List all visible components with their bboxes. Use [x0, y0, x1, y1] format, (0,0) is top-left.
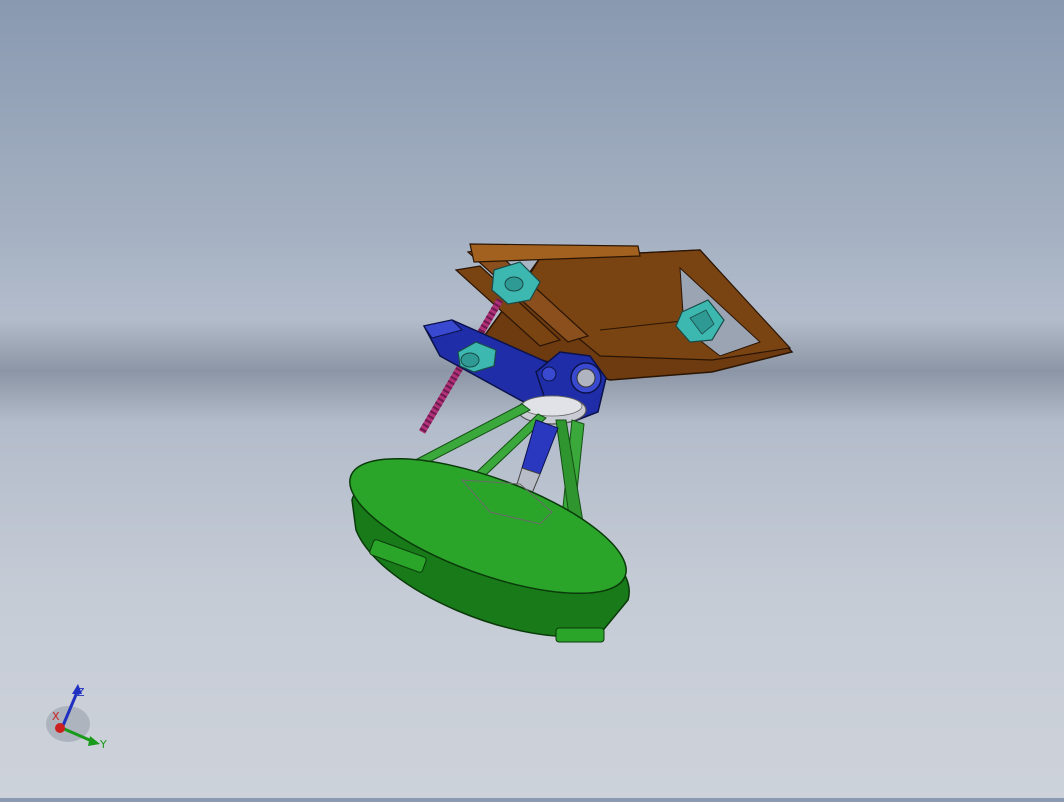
graphics-viewport[interactable]: X Z Y: [0, 0, 1064, 798]
model-canvas[interactable]: [0, 0, 1064, 798]
x-axis-label: X: [52, 710, 60, 723]
x-axis-arrow: [55, 723, 65, 733]
z-axis-label: Z: [77, 686, 85, 699]
reference-triad: X Z Y: [40, 676, 120, 756]
y-axis-arrowhead: [88, 736, 100, 746]
y-axis-label: Y: [99, 738, 107, 751]
